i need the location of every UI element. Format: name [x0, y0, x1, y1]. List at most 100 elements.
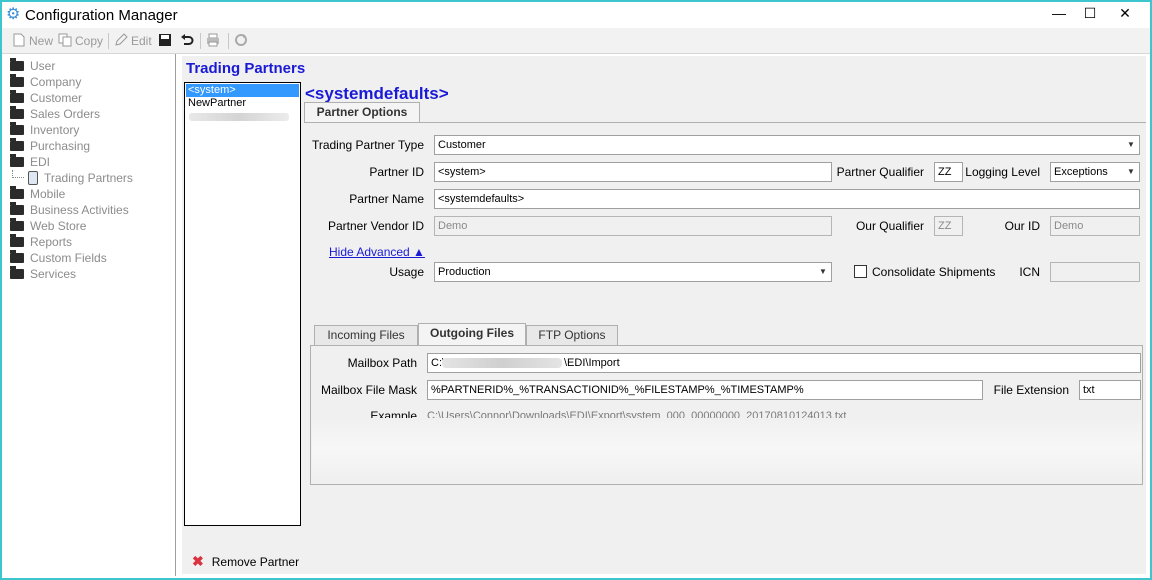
copy-icon: [58, 33, 72, 47]
mailbox-path-field[interactable]: C:\ \EDI\Import: [427, 353, 1141, 373]
remove-partner-button[interactable]: ✖ Remove Partner: [192, 553, 299, 569]
file-extension-field[interactable]: txt: [1079, 380, 1141, 400]
new-label: New: [29, 34, 54, 48]
folder-icon: [10, 186, 24, 199]
sidebar-item-services[interactable]: Services: [10, 266, 76, 282]
partner-id-label: Partner ID: [369, 165, 424, 179]
print-button[interactable]: [206, 32, 223, 50]
partner-vendor-id-label: Partner Vendor ID: [327, 219, 424, 233]
partner-name-label: Partner Name: [349, 192, 424, 206]
our-qualifier-field[interactable]: ZZ: [934, 216, 963, 236]
open-folder-icon: [10, 154, 24, 167]
sidebar-item-edi[interactable]: EDI: [10, 154, 50, 170]
sidebar-item-custom-fields[interactable]: Custom Fields: [10, 250, 107, 266]
new-document-icon: [13, 33, 25, 47]
consolidate-shipments-checkbox[interactable]: [854, 265, 867, 278]
folder-icon: [10, 106, 24, 119]
folder-icon: [10, 250, 24, 263]
list-item[interactable]: <system>: [186, 84, 299, 97]
sidebar-item-label: Business Activities: [30, 203, 129, 217]
sidebar-item-label: Services: [30, 267, 77, 281]
clipboard-icon: [28, 171, 38, 185]
usage-label: Usage: [389, 265, 424, 279]
folder-icon: [10, 58, 24, 71]
edit-button[interactable]: Edit: [114, 32, 152, 50]
consolidate-shipments-label: Consolidate Shipments: [872, 265, 996, 279]
sidebar-item-user[interactable]: User: [10, 58, 55, 74]
list-item[interactable]: NewPartner: [186, 97, 299, 110]
new-button[interactable]: New: [12, 32, 53, 50]
close-button[interactable]: ✕: [1108, 2, 1142, 26]
sidebar-item-reports[interactable]: Reports: [10, 234, 72, 250]
usage-value: Production: [438, 266, 491, 278]
icn-label: ICN: [1019, 265, 1040, 279]
sidebar-item-mobile[interactable]: Mobile: [10, 186, 65, 202]
sidebar-item-purchasing[interactable]: Purchasing: [10, 138, 90, 154]
toolbar-divider: [200, 33, 201, 49]
sidebar-item-customer[interactable]: Customer: [10, 90, 82, 106]
save-icon: [159, 34, 171, 46]
dropdown-arrow-icon: ▼: [1127, 140, 1135, 149]
remove-partner-label: Remove Partner: [211, 555, 300, 569]
folder-icon: [10, 266, 24, 279]
sidebar-item-sales-orders[interactable]: Sales Orders: [10, 106, 100, 122]
tab-partner-options[interactable]: Partner Options: [304, 102, 420, 124]
hide-advanced-link[interactable]: Hide Advanced ▲: [329, 245, 425, 259]
sidebar-item-label: Custom Fields: [30, 251, 107, 265]
sidebar-item-trading-partners[interactable]: Trading Partners: [12, 170, 133, 186]
undo-icon: [181, 34, 194, 45]
undo-button[interactable]: [180, 32, 197, 50]
sidebar-item-company[interactable]: Company: [10, 74, 81, 90]
refresh-icon: [235, 34, 247, 46]
sidebar-item-label: EDI: [30, 155, 51, 169]
refresh-button[interactable]: [234, 32, 251, 50]
sidebar-item-inventory[interactable]: Inventory: [10, 122, 79, 138]
folder-icon: [10, 202, 24, 215]
partner-id-field[interactable]: <system>: [434, 162, 832, 182]
sidebar-item-label: Mobile: [30, 187, 66, 201]
mailbox-mask-label: Mailbox File Mask: [320, 383, 417, 397]
icn-field[interactable]: [1050, 262, 1140, 282]
trading-partner-type-select[interactable]: Customer ▼: [434, 135, 1140, 155]
mailbox-mask-field[interactable]: %PARTNERID%_%TRANSACTIONID%_%FILESTAMP%_…: [427, 380, 983, 400]
folder-icon: [10, 90, 24, 103]
mailbox-path-end: \EDI\Import: [564, 357, 620, 369]
folder-icon: [10, 138, 24, 151]
redacted-path: [442, 358, 562, 368]
redacted-list-item: [189, 113, 289, 121]
sidebar-item-business-activities[interactable]: Business Activities: [10, 202, 129, 218]
tab-outgoing-files[interactable]: Outgoing Files: [418, 323, 526, 345]
app-window: ⚙ Configuration Manager — ☐ ✕ New Copy E…: [2, 2, 1150, 578]
partner-qualifier-field[interactable]: ZZ: [934, 162, 963, 182]
dropdown-arrow-icon: ▼: [819, 267, 827, 276]
window-title: Configuration Manager: [25, 7, 178, 24]
gear-icon: ⚙: [6, 6, 21, 23]
maximize-button[interactable]: ☐: [1073, 2, 1107, 26]
folder-icon: [10, 218, 24, 231]
tab-ftp-options[interactable]: FTP Options: [526, 325, 618, 345]
partner-vendor-id-field[interactable]: Demo: [434, 216, 832, 236]
print-icon: [207, 33, 219, 47]
our-qualifier-label: Our Qualifier: [855, 219, 924, 233]
close-icon: ✖: [192, 553, 204, 569]
tab-incoming-files[interactable]: Incoming Files: [314, 325, 418, 345]
usage-select[interactable]: Production ▼: [434, 262, 832, 282]
trading-partner-type-label: Trading Partner Type: [311, 138, 424, 152]
logging-level-value: Exceptions: [1054, 166, 1108, 178]
sidebar-item-web-store[interactable]: Web Store: [10, 218, 86, 234]
our-id-label: Our ID: [1004, 219, 1040, 233]
save-button[interactable]: [158, 32, 175, 50]
sidebar-item-label: Customer: [30, 91, 83, 105]
our-id-field[interactable]: Demo: [1050, 216, 1140, 236]
title-bar: ⚙ Configuration Manager — ☐ ✕: [2, 2, 1150, 28]
section-title: Trading Partners: [186, 60, 306, 77]
logging-level-select[interactable]: Exceptions ▼: [1050, 162, 1140, 182]
copy-label: Copy: [75, 34, 104, 48]
partner-name-field[interactable]: <systemdefaults>: [434, 189, 1140, 209]
minimize-button[interactable]: —: [1042, 2, 1076, 26]
tree-line: [12, 170, 24, 178]
sidebar-item-label: Sales Orders: [30, 107, 101, 121]
partner-list[interactable]: <system> NewPartner: [184, 82, 301, 526]
copy-button[interactable]: Copy: [58, 32, 103, 50]
sidebar-item-label: Company: [30, 75, 82, 89]
